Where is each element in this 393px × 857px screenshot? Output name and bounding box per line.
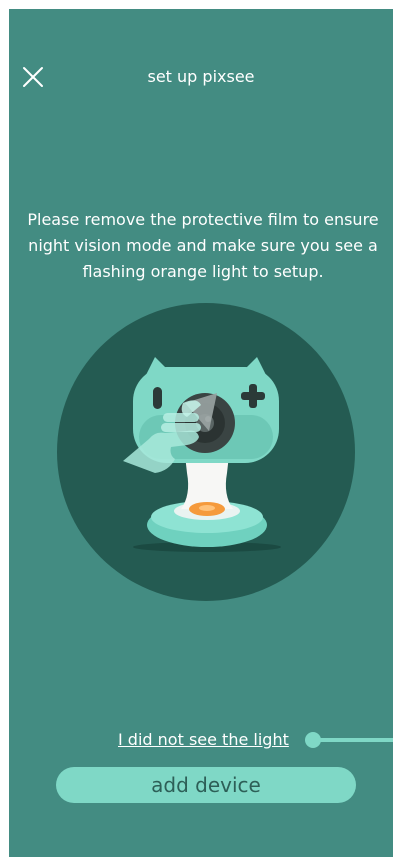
setup-instructions: Please remove the protective film to ens… xyxy=(27,210,379,281)
status-bar xyxy=(9,9,393,51)
camera-stand xyxy=(181,455,233,509)
help-indicator-track xyxy=(313,738,393,742)
page-title: set up pixsee xyxy=(147,67,255,86)
add-device-button[interactable]: add device xyxy=(56,767,356,803)
setup-screen: set up pixsee Please remove the protecti… xyxy=(9,9,393,857)
help-indicator-knob[interactable] xyxy=(305,732,321,748)
did-not-see-light-link[interactable]: I did not see the light xyxy=(118,729,289,751)
pixsee-camera-illustration xyxy=(57,303,355,601)
